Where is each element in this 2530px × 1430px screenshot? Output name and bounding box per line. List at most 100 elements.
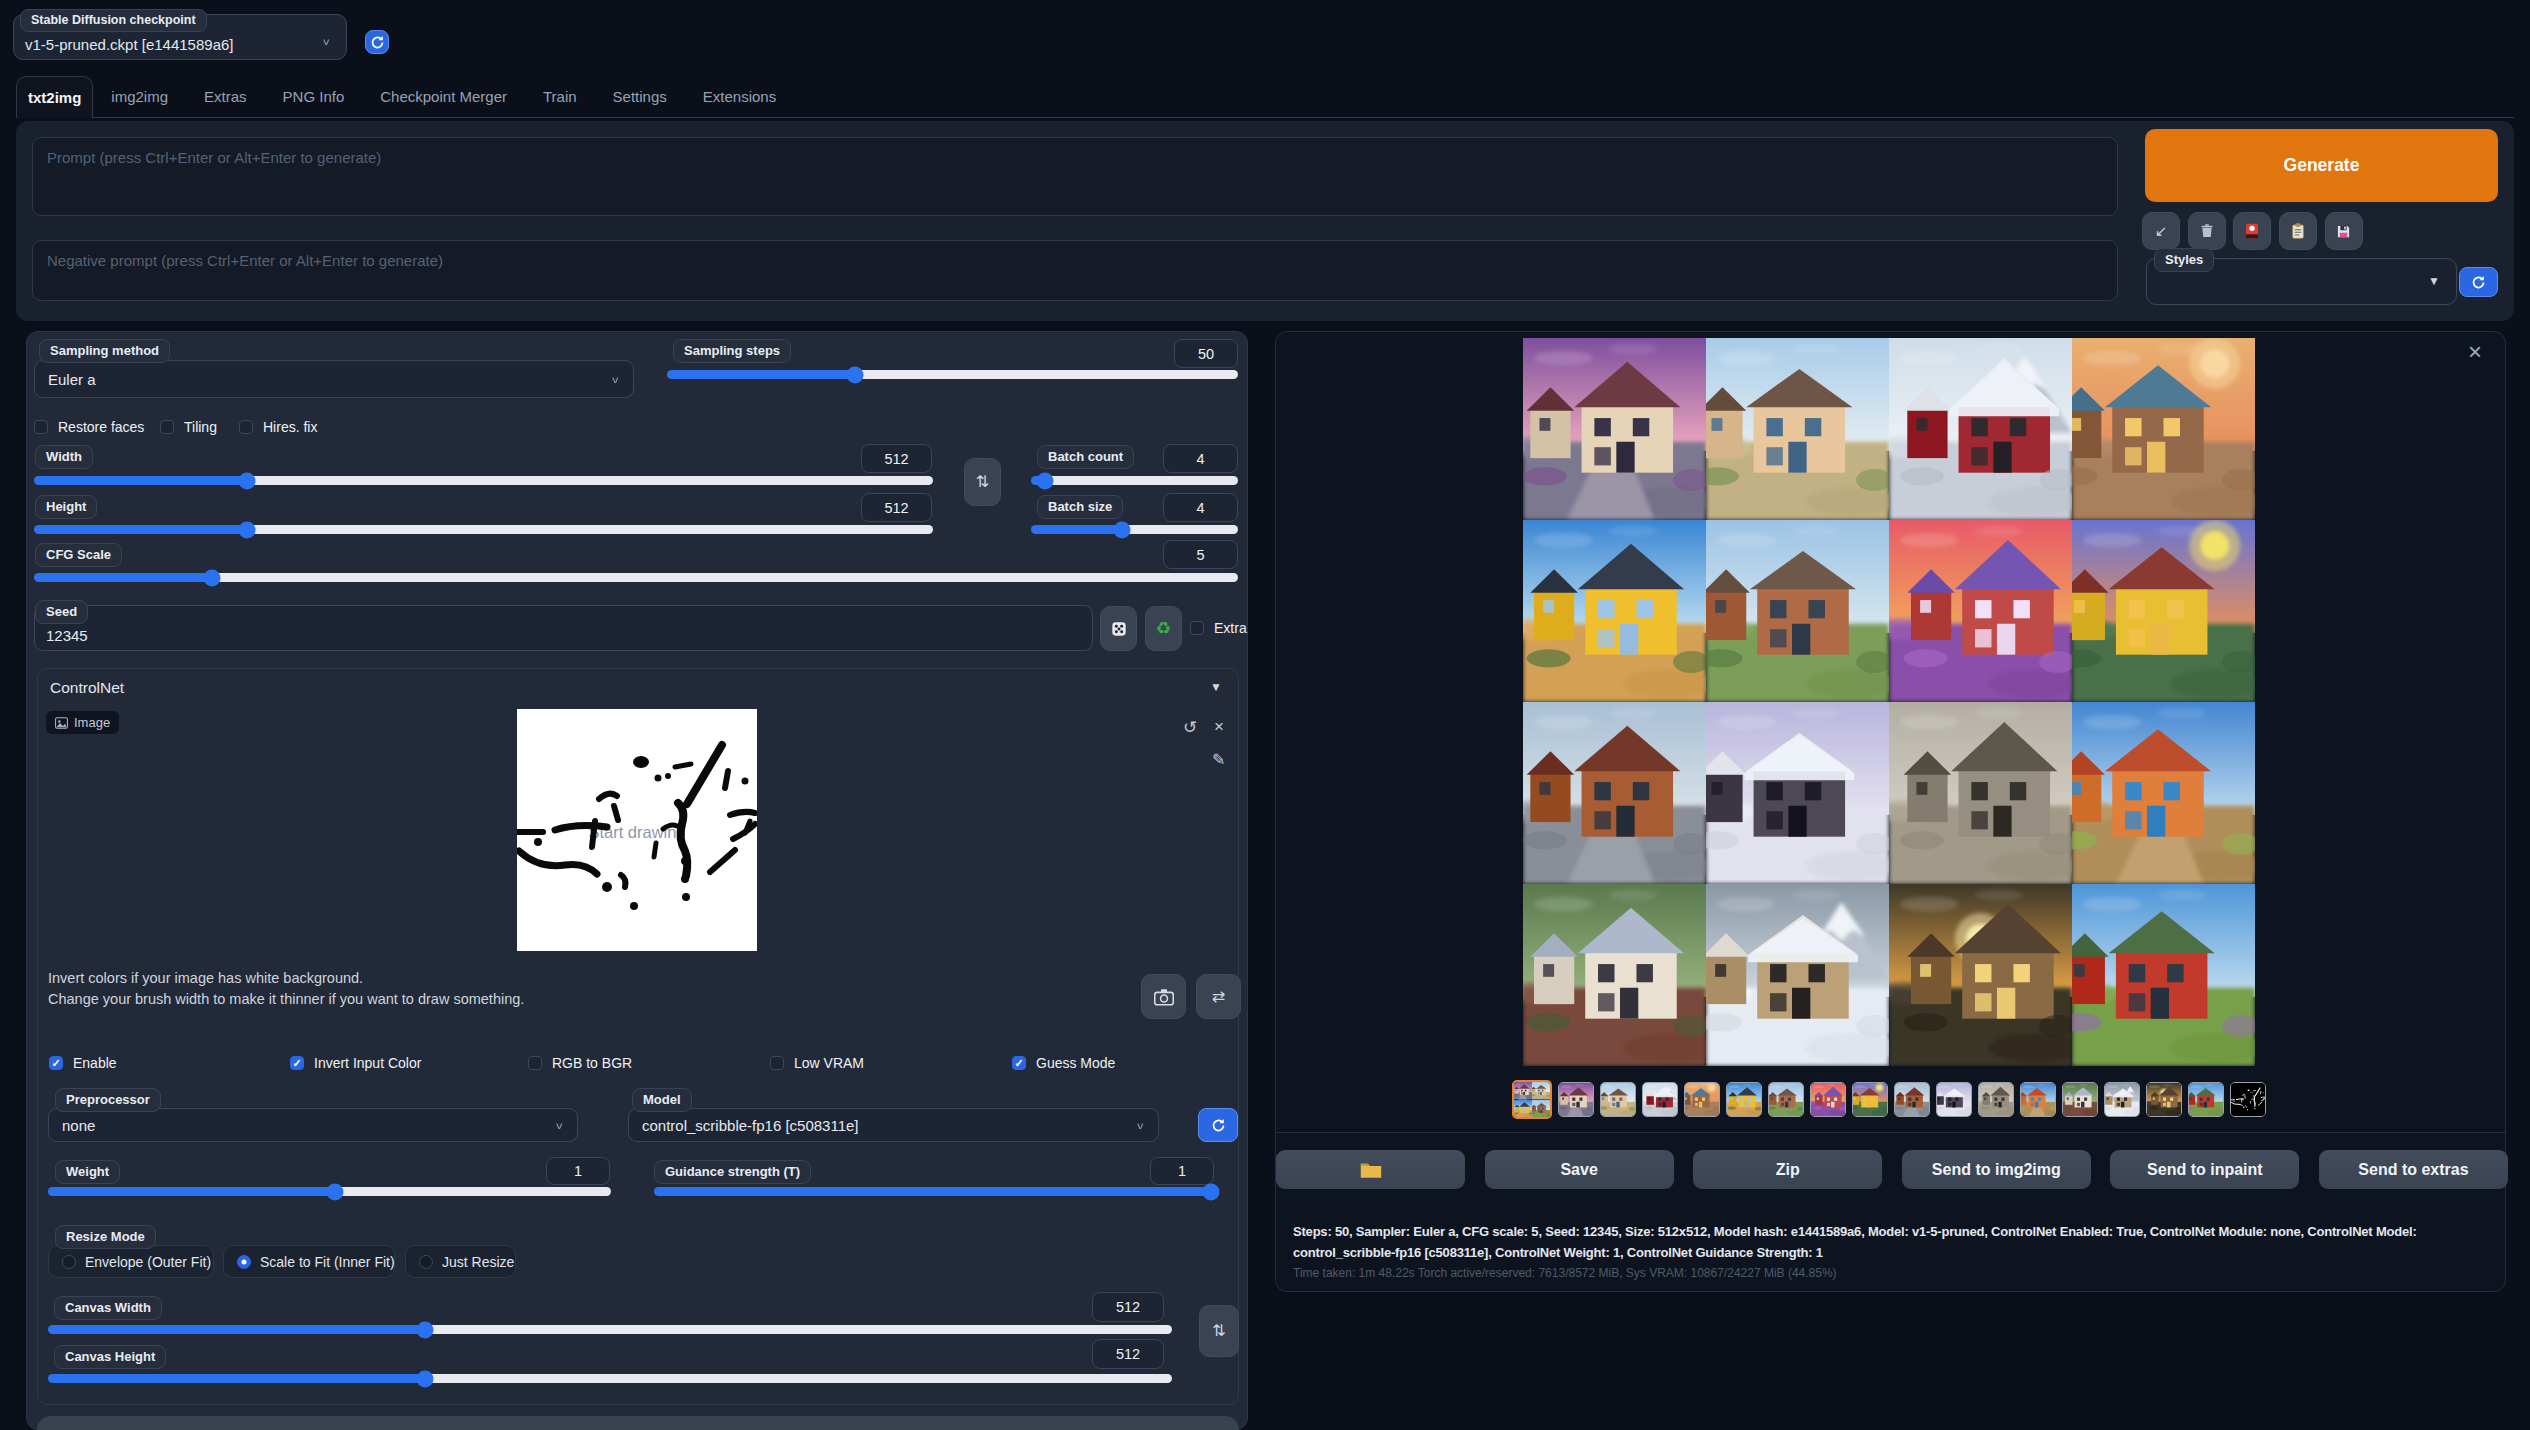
tab-extensions[interactable]: Extensions — [685, 76, 794, 117]
tab-train[interactable]: Train — [525, 76, 595, 117]
canvas-width-slider[interactable] — [48, 1325, 1172, 1334]
thumbnail-15[interactable] — [2146, 1082, 2182, 1117]
slider-knob[interactable] — [416, 1321, 433, 1338]
open-folder-button[interactable] — [1276, 1150, 1465, 1189]
canvas-width-value[interactable]: 512 — [1092, 1292, 1164, 1322]
checkbox-box[interactable]: ✓ — [49, 1056, 63, 1070]
checkbox-hires-fix[interactable]: Hires. fix — [239, 419, 317, 435]
checkpoint-selector[interactable]: Stable Diffusion checkpoint v1-5-pruned.… — [13, 14, 347, 60]
sampling-method-select[interactable]: Euler a∨ — [34, 360, 634, 398]
reuse-seed-button[interactable]: ♻ — [1145, 606, 1182, 651]
undo-icon[interactable]: ↺ — [1183, 717, 1197, 738]
thumbnail-7[interactable] — [1810, 1082, 1846, 1117]
styles-refresh-button[interactable] — [2459, 267, 2498, 297]
gallery-image-7[interactable] — [1889, 520, 2072, 702]
checkpoint-refresh-button[interactable] — [365, 30, 389, 54]
seed-input[interactable]: 12345 — [34, 605, 1093, 651]
gallery-image-5[interactable] — [1523, 520, 1706, 702]
send-to-extras-button[interactable]: Send to extras — [2319, 1150, 2508, 1189]
slider-knob[interactable] — [1114, 521, 1131, 538]
slider-knob[interactable] — [204, 569, 221, 586]
thumbnail-controlnet-scribble[interactable] — [2230, 1082, 2266, 1117]
slider-knob[interactable] — [1203, 1183, 1220, 1200]
zip-button[interactable]: Zip — [1693, 1150, 1882, 1189]
gallery-close-icon[interactable]: × — [2468, 340, 2482, 364]
guidance-value[interactable]: 1 — [1150, 1157, 1214, 1185]
width-slider[interactable] — [34, 476, 933, 485]
send-to-inpaint-button[interactable]: Send to inpaint — [2110, 1150, 2299, 1189]
send-to-img2img-button[interactable]: Send to img2img — [1902, 1150, 2091, 1189]
radio-just-resize[interactable]: Just Resize — [405, 1245, 516, 1278]
script-section-bar[interactable] — [37, 1416, 1239, 1430]
model-select[interactable]: control_scribble-fp16 [c508311e]∨ — [628, 1108, 1159, 1142]
batch-count-slider[interactable] — [1031, 476, 1238, 485]
trash-button[interactable] — [2188, 212, 2226, 250]
gallery-image-13[interactable] — [1523, 884, 1706, 1066]
checkbox-box[interactable]: ✓ — [290, 1056, 304, 1070]
gallery-image-16[interactable] — [2072, 884, 2255, 1066]
thumbnail-11[interactable] — [1978, 1082, 2014, 1117]
tab-settings[interactable]: Settings — [595, 76, 685, 117]
radio-dot[interactable] — [237, 1255, 251, 1269]
thumbnail-12[interactable] — [2020, 1082, 2056, 1117]
random-seed-button[interactable] — [1100, 606, 1137, 651]
cfg-scale-slider[interactable] — [34, 573, 1238, 582]
thumbnail-2[interactable] — [1600, 1082, 1636, 1117]
tab-txt2img[interactable]: txt2img — [16, 76, 93, 118]
gallery-image-15[interactable] — [1889, 884, 2072, 1066]
sampling-steps-value[interactable]: 50 — [1174, 339, 1238, 368]
guidance-slider[interactable] — [654, 1187, 1214, 1196]
gallery-image-6[interactable] — [1706, 520, 1889, 702]
thumbnail-4[interactable] — [1684, 1082, 1720, 1117]
slider-knob[interactable] — [239, 521, 256, 538]
negative-prompt-input[interactable]: Negative prompt (press Ctrl+Enter or Alt… — [32, 240, 2118, 301]
slider-knob[interactable] — [1037, 472, 1054, 489]
checkbox-rgb-to-bgr[interactable]: RGB to BGR — [528, 1055, 632, 1071]
gallery-image-12[interactable] — [2072, 702, 2255, 884]
collapse-icon[interactable]: ▼ — [1210, 680, 1222, 694]
checkbox-box[interactable] — [160, 420, 174, 434]
webcam-button[interactable] — [1141, 974, 1186, 1019]
batch-size-value[interactable]: 4 — [1163, 493, 1238, 522]
radio-envelope-outer-fit[interactable]: Envelope (Outer Fit) — [48, 1245, 214, 1278]
thumbnail-6[interactable] — [1768, 1082, 1804, 1117]
image-tab-chip[interactable]: Image — [46, 711, 119, 734]
tab-checkpoint-merger[interactable]: Checkpoint Merger — [362, 76, 525, 117]
checkbox-box[interactable] — [528, 1056, 542, 1070]
checkbox-tiling[interactable]: Tiling — [160, 419, 217, 435]
slider-knob[interactable] — [416, 1370, 433, 1387]
batch-count-value[interactable]: 4 — [1163, 444, 1238, 473]
controlnet-title[interactable]: ControlNet — [50, 679, 124, 697]
thumbnail-16[interactable] — [2188, 1082, 2224, 1117]
checkbox-extra[interactable]: Extra — [1190, 620, 1247, 636]
extra-networks-button[interactable] — [2233, 212, 2271, 250]
thumbnail-3[interactable] — [1642, 1082, 1678, 1117]
radio-dot[interactable] — [419, 1255, 433, 1269]
radio-dot[interactable] — [62, 1255, 76, 1269]
checkbox-restore-faces[interactable]: Restore faces — [34, 419, 144, 435]
generate-button[interactable]: Generate — [2145, 129, 2498, 202]
slider-knob[interactable] — [847, 366, 864, 383]
canvas-height-slider[interactable] — [48, 1374, 1172, 1383]
radio-scale-to-fit-inner-fit[interactable]: Scale to Fit (Inner Fit) — [223, 1245, 395, 1278]
weight-slider[interactable] — [48, 1187, 611, 1196]
thumbnail-grid[interactable] — [1512, 1080, 1552, 1119]
styles-dropdown[interactable]: Styles ▼ — [2146, 258, 2457, 305]
gallery-image-1[interactable] — [1523, 338, 1706, 520]
canvas-height-value[interactable]: 512 — [1092, 1339, 1164, 1369]
checkbox-box[interactable]: ✓ — [1012, 1056, 1026, 1070]
weight-value[interactable]: 1 — [546, 1157, 610, 1185]
gallery-image-10[interactable] — [1706, 702, 1889, 884]
thumbnail-10[interactable] — [1936, 1082, 1972, 1117]
preprocessor-select[interactable]: none∨ — [48, 1108, 578, 1142]
checkbox-guess-mode[interactable]: ✓Guess Mode — [1012, 1055, 1115, 1071]
checkbox-box[interactable] — [34, 420, 48, 434]
tab-extras[interactable]: Extras — [186, 76, 265, 117]
gallery-image-3[interactable] — [1889, 338, 2072, 520]
gallery-image-4[interactable] — [2072, 338, 2255, 520]
checkbox-invert-input-color[interactable]: ✓Invert Input Color — [290, 1055, 421, 1071]
checkbox-enable[interactable]: ✓Enable — [49, 1055, 117, 1071]
tab-img2img[interactable]: img2img — [93, 76, 186, 117]
slider-knob[interactable] — [239, 472, 256, 489]
gallery-image-14[interactable] — [1706, 884, 1889, 1066]
